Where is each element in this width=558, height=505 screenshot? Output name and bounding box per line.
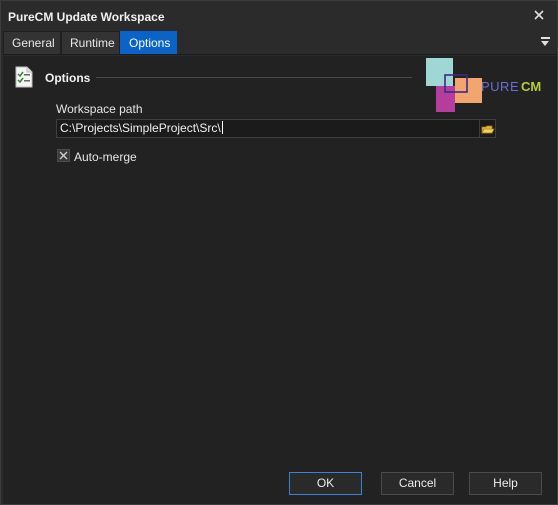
help-button[interactable]: Help <box>469 472 542 495</box>
browse-folder-button[interactable] <box>480 119 496 138</box>
title-bar: PureCM Update Workspace <box>1 1 557 31</box>
tab-bar: General Runtime Options <box>3 31 557 55</box>
logo-text-cm: CM <box>521 79 541 94</box>
logo-text-pure: PURE <box>481 79 519 94</box>
section-divider <box>96 77 412 78</box>
purecm-logo: PURE CM <box>425 58 545 114</box>
checkmark-icon <box>59 151 68 160</box>
close-icon[interactable] <box>531 7 547 23</box>
dialog-window: PureCM Update Workspace General Runtime … <box>0 0 558 505</box>
checklist-icon <box>14 65 34 89</box>
auto-merge-checkbox[interactable] <box>57 149 70 162</box>
tab-menu-icon[interactable] <box>541 37 551 47</box>
tab-runtime[interactable]: Runtime <box>61 31 120 54</box>
window-title: PureCM Update Workspace <box>8 10 165 24</box>
text-caret <box>221 121 223 134</box>
ok-button[interactable]: OK <box>289 472 362 495</box>
tab-options[interactable]: Options <box>120 31 177 54</box>
folder-icon <box>481 125 495 134</box>
workspace-path-input[interactable]: C:\Projects\SimpleProject\Src\ <box>56 119 480 138</box>
auto-merge-label[interactable]: Auto-merge <box>74 150 137 164</box>
cancel-button[interactable]: Cancel <box>381 472 454 495</box>
section-title: Options <box>45 71 91 85</box>
tab-general[interactable]: General <box>3 31 61 54</box>
workspace-path-value: C:\Projects\SimpleProject\Src\ <box>60 121 221 135</box>
workspace-path-label: Workspace path <box>56 102 143 116</box>
